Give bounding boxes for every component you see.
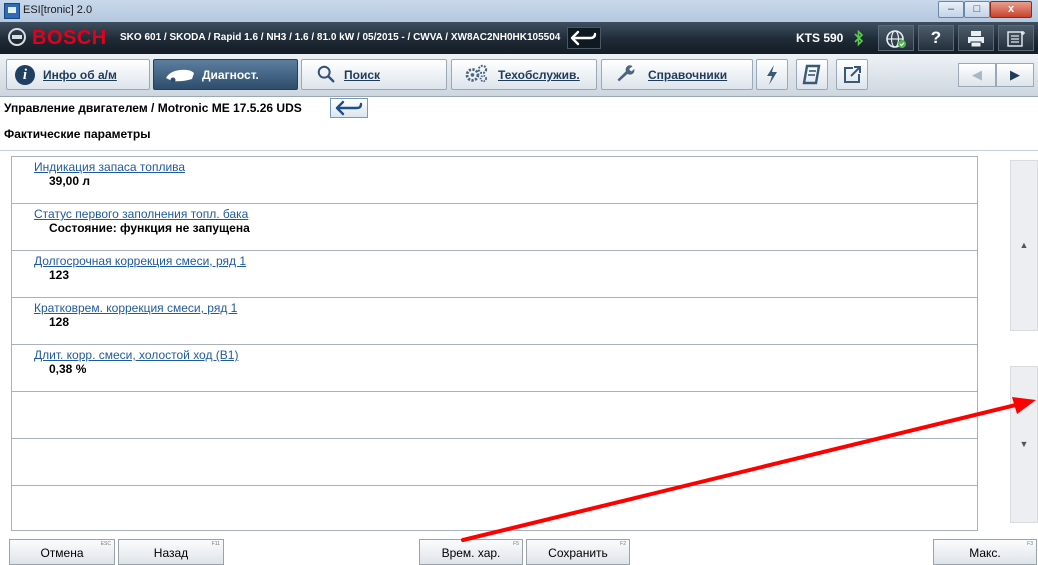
parameter-row: Длит. корр. смеси, холостой ход (В1) 0,3… <box>12 345 977 392</box>
empty-row <box>12 439 977 486</box>
external-link-icon <box>844 66 861 83</box>
parameter-value: 123 <box>49 268 70 282</box>
save-button[interactable]: Сохранить F2 <box>526 539 630 565</box>
breadcrumb-back-button[interactable] <box>330 98 368 118</box>
parameter-row: Долгосрочная коррекция смеси, ряд 1 123 <box>12 251 977 298</box>
tab-vehicle-info-label: Инфо об а/м <box>43 68 117 82</box>
parameter-name-link[interactable]: Статус первого заполнения топл. бака <box>34 207 248 221</box>
parameter-row: Индикация запаса топлива 39,00 л <box>12 157 977 204</box>
section-title: Фактические параметры <box>4 127 151 141</box>
triangle-left-icon: ◀ <box>972 67 982 82</box>
help-button[interactable]: ? <box>918 25 954 51</box>
bluetooth-icon <box>853 28 865 48</box>
app-icon <box>4 3 20 19</box>
tab-maintenance-label: Техобслужив. <box>498 68 580 82</box>
bosch-logo: BOSCH <box>32 27 107 49</box>
tab-diagnostics-label: Диагност. <box>202 68 259 82</box>
cancel-button-label: Отмена <box>40 546 84 560</box>
wrench-icon <box>617 65 635 82</box>
scroll-down-button[interactable]: ▼ <box>1010 366 1038 523</box>
parameter-value: 128 <box>49 315 70 329</box>
prev-button[interactable]: ◀ <box>958 63 996 87</box>
back-arrow-icon <box>335 100 363 116</box>
empty-row <box>12 392 977 439</box>
parameter-name-link[interactable]: Индикация запаса топлива <box>34 160 185 174</box>
time-chart-shortcut: F5 <box>513 541 519 547</box>
app-header: BOSCH SKO 601 / SKODA / Rapid 1.6 / NH3 … <box>0 22 1038 54</box>
main-toolbar: i Инфо об а/м Диагност. Поиск Техобслужи… <box>0 54 1038 97</box>
window-titlebar: ESI[tronic] 2.0 – □ x <box>0 0 1038 22</box>
save-shortcut: F2 <box>620 541 626 547</box>
help-icon: ? <box>930 28 942 47</box>
window-title: ESI[tronic] 2.0 <box>23 4 93 16</box>
manual-icon <box>802 64 821 85</box>
parameter-list: Индикация запаса топлива 39,00 л Статус … <box>11 156 978 531</box>
triangle-right-icon: ▶ <box>1010 67 1020 82</box>
minimize-button[interactable]: – <box>938 1 964 18</box>
close-icon: x <box>1007 3 1015 15</box>
breadcrumb: Управление двигателем / Motronic ME 17.5… <box>4 101 302 115</box>
parameter-value: 39,00 л <box>49 174 90 188</box>
maximize-button[interactable]: □ <box>964 1 990 18</box>
parameter-row: Статус первого заполнения топл. бака Сос… <box>12 204 977 251</box>
minimize-icon: – <box>947 3 955 15</box>
tab-reference-label: Справочники <box>648 68 728 82</box>
close-button[interactable]: x <box>990 1 1032 18</box>
cancel-button[interactable]: Отмена ESC <box>9 539 115 565</box>
empty-row <box>12 486 977 530</box>
max-button-label: Макс. <box>969 546 1001 560</box>
chevron-down-icon: ▼ <box>1019 438 1029 449</box>
save-button-label: Сохранить <box>548 546 608 560</box>
back-shortcut: F11 <box>211 541 220 547</box>
back-arrow-icon <box>570 30 597 46</box>
cancel-shortcut: ESC <box>100 541 111 547</box>
tab-search-label: Поиск <box>344 68 381 82</box>
tab-search[interactable]: Поиск <box>301 59 447 90</box>
window-controls: – □ x <box>938 1 1032 18</box>
back-button[interactable]: Назад F11 <box>118 539 224 565</box>
info-icon: i <box>15 65 35 85</box>
printer-icon <box>968 31 984 48</box>
parameter-name-link[interactable]: Долгосрочная коррекция смеси, ряд 1 <box>34 254 246 268</box>
parameter-value: Состояние: функция не запущена <box>49 221 250 235</box>
globe-icon <box>886 30 906 48</box>
parameter-name-link[interactable]: Кратковрем. коррекция смеси, ряд 1 <box>34 301 237 315</box>
tab-reference[interactable]: Справочники <box>601 59 753 90</box>
time-chart-button[interactable]: Врем. хар. F5 <box>419 539 523 565</box>
device-name: KTS 590 <box>796 31 844 45</box>
divider <box>0 150 1038 151</box>
parameter-row: Кратковрем. коррекция смеси, ряд 1 128 <box>12 298 977 345</box>
bosch-armature-icon <box>8 28 26 46</box>
time-chart-button-label: Врем. хар. <box>441 546 501 560</box>
back-button-label: Назад <box>153 546 189 560</box>
electrical-button[interactable] <box>756 59 788 90</box>
parameter-name-link[interactable]: Длит. корр. смеси, холостой ход (В1) <box>34 348 238 362</box>
lightning-icon <box>767 65 777 85</box>
vehicle-info: SKO 601 / SKODA / Rapid 1.6 / NH3 / 1.6 … <box>120 32 561 43</box>
print-button[interactable] <box>958 25 994 51</box>
chevron-up-icon: ▲ <box>1019 239 1029 250</box>
scroll-up-button[interactable]: ▲ <box>1010 160 1038 331</box>
max-shortcut: F3 <box>1027 541 1033 547</box>
parameter-value: 0,38 % <box>49 362 87 376</box>
maximize-icon: □ <box>973 3 981 15</box>
tab-diagnostics[interactable]: Диагност. <box>153 59 298 90</box>
online-update-button[interactable] <box>878 25 914 51</box>
tab-maintenance[interactable]: Техобслужив. <box>451 59 597 90</box>
list-menu-icon <box>1007 31 1025 47</box>
next-button[interactable]: ▶ <box>996 63 1034 87</box>
manual-button[interactable] <box>796 59 828 90</box>
external-link-button[interactable] <box>836 59 868 90</box>
vehicle-back-button[interactable] <box>567 27 601 49</box>
menu-button[interactable] <box>998 25 1034 51</box>
magnifier-icon <box>317 65 335 83</box>
car-icon <box>166 69 194 83</box>
gears-icon <box>465 64 488 83</box>
max-button[interactable]: Макс. F3 <box>933 539 1037 565</box>
tab-vehicle-info[interactable]: i Инфо об а/м <box>6 59 150 90</box>
